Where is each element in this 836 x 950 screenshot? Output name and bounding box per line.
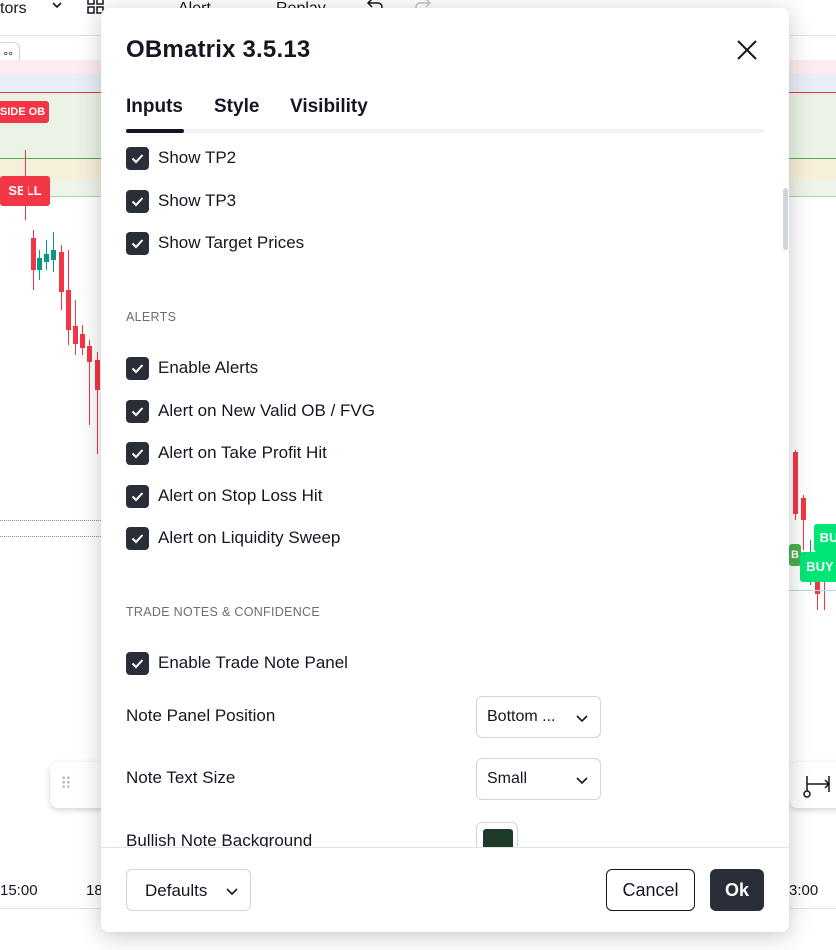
show-tp3-row[interactable]: Show TP3 bbox=[126, 188, 236, 214]
ok-button[interactable]: Ok bbox=[710, 869, 764, 911]
alert-liquidity-sweep-row[interactable]: Alert on Liquidity Sweep bbox=[126, 525, 340, 551]
candle bbox=[51, 250, 56, 260]
candle bbox=[793, 452, 798, 514]
side-ob-tag: SIDE OB bbox=[0, 101, 49, 123]
alert-take-profit-row[interactable]: Alert on Take Profit Hit bbox=[126, 440, 327, 466]
checkbox[interactable] bbox=[126, 484, 149, 508]
candle bbox=[31, 238, 36, 270]
section-header-trade-notes: TRADE NOTES & CONFIDENCE bbox=[126, 605, 321, 619]
checkbox-label: Alert on Stop Loss Hit bbox=[158, 486, 323, 505]
bullish-note-bg-label: Bullish Note Background bbox=[126, 831, 313, 847]
time-label: 15:00 bbox=[0, 882, 38, 899]
tab-style[interactable]: Style bbox=[214, 96, 259, 118]
candle bbox=[23, 176, 28, 206]
tab-inputs[interactable]: Inputs bbox=[126, 96, 183, 118]
check-icon bbox=[131, 533, 144, 543]
zone-line bbox=[789, 590, 836, 591]
checkbox-label: Show TP3 bbox=[158, 191, 237, 210]
candle bbox=[59, 252, 64, 292]
section-header-alerts: ALERTS bbox=[126, 310, 177, 324]
chevron-down-icon bbox=[576, 777, 588, 785]
checkbox-label: Alert on Take Profit Hit bbox=[158, 443, 327, 462]
drag-handle-icon[interactable]: ⠿ bbox=[60, 774, 72, 794]
dialog-footer: Defaults Cancel Ok bbox=[101, 847, 789, 932]
chevron-down-icon bbox=[226, 888, 238, 896]
dialog-title: OBmatrix 3.5.13 bbox=[126, 36, 311, 63]
defaults-button[interactable]: Defaults bbox=[126, 869, 251, 911]
chevron-down-icon[interactable] bbox=[50, 0, 64, 17]
show-target-prices-row[interactable]: Show Target Prices bbox=[126, 230, 304, 256]
candle bbox=[95, 360, 100, 390]
measure-icon[interactable] bbox=[801, 772, 833, 805]
candle bbox=[37, 258, 42, 270]
checkbox[interactable] bbox=[126, 399, 149, 423]
buy-tag-2: BU bbox=[814, 524, 836, 552]
check-icon bbox=[131, 238, 144, 248]
candle bbox=[824, 578, 825, 610]
candle bbox=[87, 346, 92, 362]
checkbox-label: Show Target Prices bbox=[158, 233, 305, 252]
note-text-size-select[interactable]: Small bbox=[476, 758, 601, 800]
checkbox[interactable] bbox=[126, 231, 149, 255]
checkbox[interactable] bbox=[126, 146, 149, 170]
dotted-line bbox=[0, 520, 101, 521]
check-icon bbox=[131, 406, 144, 416]
select-value: Small bbox=[487, 770, 528, 787]
floating-toolbar-right bbox=[789, 762, 836, 808]
candle bbox=[815, 580, 820, 594]
check-icon bbox=[131, 491, 144, 501]
scrollbar-thumb[interactable] bbox=[783, 188, 788, 250]
note-text-size-label: Note Text Size bbox=[126, 768, 236, 787]
inputs-panel[interactable]: Show TP2 Show TP3 Show Target Prices ALE… bbox=[101, 133, 789, 847]
enable-trade-note-row[interactable]: Enable Trade Note Panel bbox=[126, 650, 348, 676]
chevron-down-icon bbox=[576, 715, 588, 723]
candle bbox=[73, 326, 78, 344]
alert-new-ob-row[interactable]: Alert on New Valid OB / FVG bbox=[126, 398, 375, 424]
candle bbox=[66, 290, 71, 330]
check-icon bbox=[131, 153, 144, 163]
candle bbox=[44, 254, 49, 262]
close-icon[interactable] bbox=[733, 36, 761, 64]
checkbox-label: Enable Trade Note Panel bbox=[158, 653, 348, 672]
show-tp2-row[interactable]: Show TP2 bbox=[126, 145, 236, 171]
checkbox-label: Show TP2 bbox=[158, 148, 237, 167]
checkbox[interactable] bbox=[126, 651, 149, 675]
note-panel-position-label: Note Panel Position bbox=[126, 706, 276, 725]
alert-stop-loss-row[interactable]: Alert on Stop Loss Hit bbox=[126, 483, 322, 509]
color-swatch bbox=[483, 829, 513, 847]
check-icon bbox=[131, 363, 144, 373]
buy-tag: BUY bbox=[800, 552, 836, 582]
defaults-label: Defaults bbox=[145, 881, 208, 900]
check-icon bbox=[131, 658, 144, 668]
checkbox-label: Enable Alerts bbox=[158, 358, 259, 377]
enable-alerts-row[interactable]: Enable Alerts bbox=[126, 355, 258, 381]
cancel-button[interactable]: Cancel bbox=[606, 869, 695, 911]
time-label: 3:00 bbox=[789, 882, 819, 899]
candle bbox=[801, 498, 806, 520]
bullish-note-bg-color-picker[interactable] bbox=[476, 822, 518, 847]
checkbox-label: Alert on New Valid OB / FVG bbox=[158, 401, 375, 420]
note-panel-position-select[interactable]: Bottom ... bbox=[476, 696, 601, 738]
checkbox[interactable] bbox=[126, 189, 149, 213]
indicators-button[interactable]: tors bbox=[0, 0, 27, 18]
close-button[interactable] bbox=[733, 36, 761, 64]
checkbox[interactable] bbox=[126, 526, 149, 550]
candle bbox=[80, 334, 85, 348]
check-icon bbox=[131, 448, 144, 458]
select-value: Bottom ... bbox=[487, 708, 556, 725]
checkbox-label: Alert on Liquidity Sweep bbox=[158, 528, 341, 547]
checkbox[interactable] bbox=[126, 441, 149, 465]
check-icon bbox=[131, 196, 144, 206]
tab-visibility[interactable]: Visibility bbox=[290, 96, 368, 118]
indicator-settings-dialog: OBmatrix 3.5.13 Inputs Style Visibility … bbox=[101, 8, 789, 932]
dotted-line bbox=[0, 536, 101, 537]
checkbox[interactable] bbox=[126, 356, 149, 380]
